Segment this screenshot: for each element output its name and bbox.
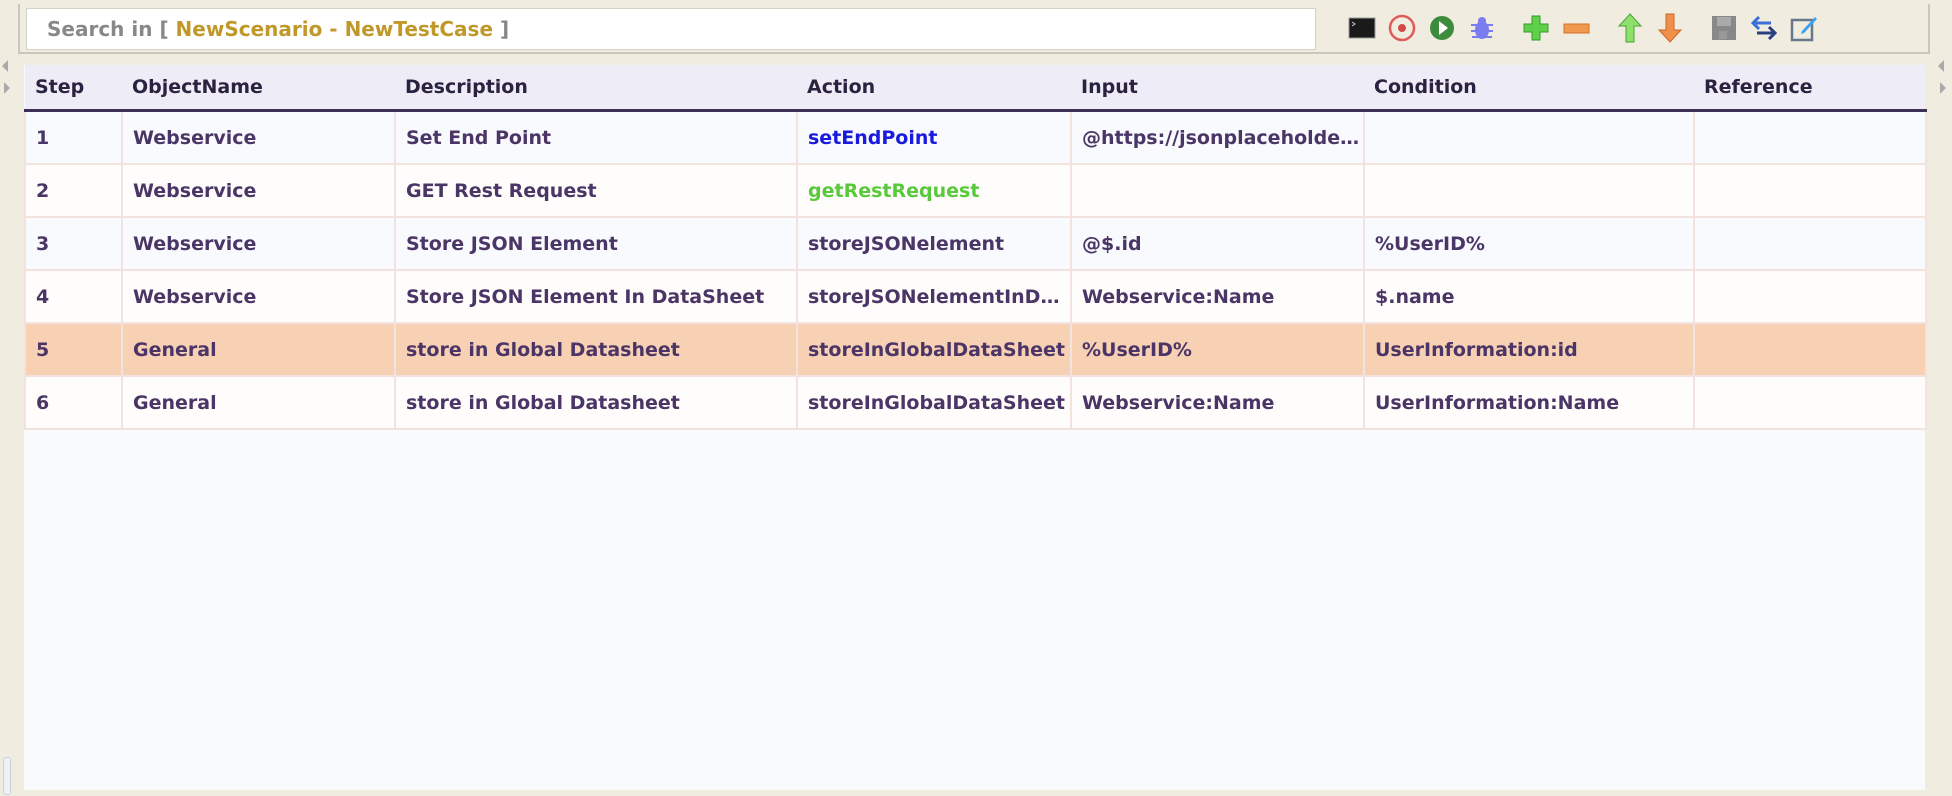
column-header-reference[interactable]: Reference — [1694, 65, 1926, 112]
cell-step[interactable]: 4 — [24, 269, 123, 324]
cell-action[interactable]: setEndPoint — [796, 109, 1072, 165]
cell-condition[interactable] — [1363, 109, 1695, 165]
cell-description[interactable]: Store JSON Element — [394, 216, 798, 271]
cell-input[interactable]: @$.id — [1070, 216, 1365, 271]
column-header-input[interactable]: Input — [1071, 65, 1364, 112]
cell-step[interactable]: 3 — [24, 216, 123, 271]
cell-object-name[interactable]: Webservice — [121, 216, 396, 271]
cell-step[interactable]: 1 — [24, 109, 123, 165]
search-scope: NewScenario - NewTestCase — [175, 17, 494, 41]
column-header-object-name[interactable]: ObjectName — [122, 65, 395, 112]
cell-action[interactable]: getRestRequest — [796, 163, 1072, 218]
move-up-icon[interactable] — [1614, 12, 1646, 44]
test-steps-grid: Step ObjectName Description Action Input Cond… — [24, 65, 1927, 790]
table-header-row: Step ObjectName Description Action Input Cond… — [25, 65, 1926, 112]
cell-reference[interactable] — [1693, 269, 1927, 324]
column-header-action[interactable]: Action — [797, 65, 1071, 112]
cell-step[interactable]: 2 — [24, 163, 123, 218]
remove-step-icon[interactable] — [1560, 12, 1592, 44]
search-input[interactable]: Search in [ NewScenario - NewTestCase ] — [26, 8, 1316, 50]
cell-reference[interactable] — [1693, 109, 1927, 165]
console-icon[interactable] — [1346, 12, 1378, 44]
table-row[interactable]: 4 Webservice Store JSON Element In DataShe… — [24, 269, 1927, 324]
cell-object-name[interactable]: Webservice — [121, 163, 396, 218]
cell-input[interactable]: @https://jsonplaceholder.... — [1070, 109, 1365, 165]
cell-action[interactable]: storeInGlobalDataSheet — [796, 322, 1072, 377]
save-icon[interactable] — [1708, 12, 1740, 44]
search-suffix: ] — [493, 17, 510, 41]
record-icon[interactable] — [1386, 12, 1418, 44]
cell-input[interactable]: Webservice:Name — [1070, 375, 1365, 430]
add-step-icon[interactable] — [1520, 12, 1552, 44]
cell-description[interactable]: store in Global Datasheet — [394, 375, 798, 430]
cell-step[interactable]: 5 — [24, 322, 123, 377]
table-row[interactable]: 2 Webservice GET Rest Request getRestReques… — [24, 163, 1927, 218]
expand-right-icon[interactable] — [4, 82, 10, 94]
table-row[interactable]: 1 Webservice Set End Point setEndPoint @http… — [24, 109, 1927, 165]
column-header-description[interactable]: Description — [395, 65, 797, 112]
cell-object-name[interactable]: Webservice — [121, 269, 396, 324]
run-icon[interactable] — [1426, 12, 1458, 44]
table-row-selected[interactable]: 5 General store in Global Datasheet storeIn… — [24, 322, 1927, 377]
cell-reference[interactable] — [1693, 375, 1927, 430]
search-prefix: Search in [ — [47, 17, 176, 41]
column-header-condition[interactable]: Condition — [1364, 65, 1694, 112]
cell-object-name[interactable]: General — [121, 375, 396, 430]
cell-action[interactable]: storeInGlobalDataSheet — [796, 375, 1072, 430]
cell-reference[interactable] — [1693, 322, 1927, 377]
move-down-icon[interactable] — [1654, 12, 1686, 44]
cell-object-name[interactable]: Webservice — [121, 109, 396, 165]
debug-icon[interactable] — [1466, 12, 1498, 44]
test-steps-table: Step ObjectName Description Action Input Cond… — [24, 65, 1927, 430]
cell-condition[interactable]: UserInformation:Name — [1363, 375, 1695, 430]
expand-right-panel-icon[interactable] — [1940, 82, 1946, 94]
cell-action[interactable]: storeJSONelement — [796, 216, 1072, 271]
table-row[interactable]: 3 Webservice Store JSON Element storeJSONel… — [24, 216, 1927, 271]
vertical-splitter-handle[interactable] — [3, 757, 11, 795]
cell-description[interactable]: GET Rest Request — [394, 163, 798, 218]
cell-description[interactable]: store in Global Datasheet — [394, 322, 798, 377]
cell-input[interactable]: Webservice:Name — [1070, 269, 1365, 324]
cell-condition[interactable]: %UserID% — [1363, 216, 1695, 271]
table-row[interactable]: 6 General store in Global Datasheet storeIn… — [24, 375, 1927, 430]
cell-condition[interactable]: UserInformation:id — [1363, 322, 1695, 377]
cell-reference[interactable] — [1693, 216, 1927, 271]
cell-condition[interactable]: $.name — [1363, 269, 1695, 324]
cell-description[interactable]: Store JSON Element In DataSheet — [394, 269, 798, 324]
cell-condition[interactable] — [1363, 163, 1695, 218]
cell-input[interactable]: %UserID% — [1070, 322, 1365, 377]
cell-step[interactable]: 6 — [24, 375, 123, 430]
cell-description[interactable]: Set End Point — [394, 109, 798, 165]
edit-icon[interactable] — [1788, 12, 1820, 44]
replace-icon[interactable] — [1748, 12, 1780, 44]
cell-reference[interactable] — [1693, 163, 1927, 218]
cell-action[interactable]: storeJSONelementInDa... — [796, 269, 1072, 324]
cell-object-name[interactable]: General — [121, 322, 396, 377]
cell-input[interactable] — [1070, 163, 1365, 218]
column-header-step[interactable]: Step — [25, 65, 122, 112]
collapse-right-icon[interactable] — [1938, 60, 1944, 72]
collapse-left-icon[interactable] — [2, 60, 8, 72]
